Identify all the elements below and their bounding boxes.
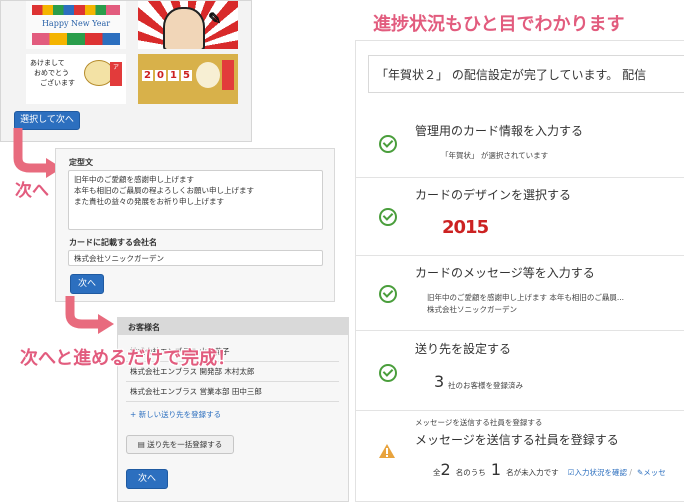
check-icon [379,135,397,153]
red-tag [222,60,234,90]
step-recipients[interactable]: 送り先を設定する 3 社のお客様を登録済み [356,330,684,411]
form-next-button[interactable]: 次へ [70,274,104,294]
callout-complete: 次へと進めるだけで完成！ [20,348,236,369]
step-card-message[interactable]: カードのメッセージ等を入力する 旧年中のご愛顧を感謝申し上げます 本年も相旧のご… [356,255,684,331]
status-message: 「年賀状２」 の配信設定が完了しています。 配信 [368,55,684,93]
warning-icon [379,444,395,458]
step-card-design[interactable]: カードのデザインを選択する 2015 [356,177,684,256]
recipients-header: お客様名 [118,318,348,335]
company-name-input[interactable]: 株式会社ソニックガーデン [68,250,323,266]
sheep-illustration [196,62,220,88]
check-icon [379,364,397,382]
recipient-count: 3 [434,372,445,391]
card-selection-panel: Happy New Year ✎ あけまして おめでとう ございます ア 2 0… [0,0,252,142]
message-link[interactable]: ✎メッセ [637,468,666,477]
ornament-strip [32,5,120,15]
recipient-row[interactable]: 株式会社エンブラス 営業本部 田中三郎 [126,382,339,402]
bulk-register-button[interactable]: ▤ 送り先を一括登録する [126,435,234,454]
card-thumb-2015[interactable]: 2 0 1 5 [138,54,238,104]
fixed-text-textarea[interactable]: 旧年中のご愛顧を感謝申し上げます 本年も相旧のご贔屓の程よろしくお願い申し上げま… [68,170,323,230]
card-thumb-kabuki[interactable]: ✎ [138,1,238,49]
check-icon [379,208,397,226]
check-icon [379,285,397,303]
year-tiles: 2 0 1 5 [142,70,192,81]
recipients-next-button[interactable]: 次へ [126,469,168,489]
calligraphy-glyph: ✎ [208,9,222,28]
plus-icon: + [130,410,137,419]
check-status-link[interactable]: ☑入力状況を確認 [568,468,630,477]
list-icon: ▤ [137,440,145,449]
card-thumb-sheep[interactable]: あけまして おめでとう ございます ア [26,54,126,104]
flow-arrow-2 [65,296,114,334]
sender-status: 全2 名のうち 1 名が未入力です ☑入力状況を確認 / ✎メッセ [433,460,666,479]
add-recipient-link[interactable]: + 新しい送り先を登録する [130,409,221,420]
card-greeting: Happy New Year [41,19,111,28]
card-calligraphy: あけまして おめでとう ございます [30,59,75,87]
callout-next: 次へ [15,181,49,201]
step-card-info[interactable]: 管理用のカード情報を入力する 「年賀状」 が選択されています [356,113,684,178]
headline: 進捗状況もひと目でわかります [373,14,625,35]
progress-panel: 「年賀状２」 の配信設定が完了しています。 配信 管理用のカード情報を入力する … [355,40,684,502]
kabuki-face [163,7,205,49]
message-form-panel: 定型文 旧年中のご愛顧を感謝申し上げます 本年も相旧のご贔屓の程よろしくお願い申… [55,148,335,302]
ornament-strip [32,33,120,45]
red-tag: ア [110,62,122,86]
card-thumb-happy-new-year[interactable]: Happy New Year [26,1,126,49]
step-senders[interactable]: メッセージを送信する社員を登録する メッセージを送信する社員を登録する 全2 名… [356,410,684,501]
company-name-label: カードに記載する会社名 [69,238,157,247]
design-thumbnail: 2015 [442,217,489,238]
fixed-text-label: 定型文 [69,158,93,167]
